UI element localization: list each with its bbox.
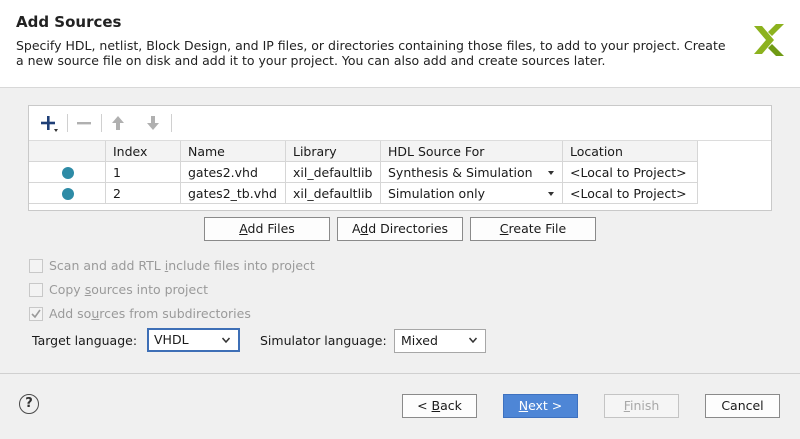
create-file-button[interactable]: Create File	[470, 217, 596, 241]
mnemonic: A	[239, 221, 248, 236]
toolbar-divider	[171, 114, 172, 132]
header-banner: Add Sources Specify HDL, netlist, Block …	[0, 0, 800, 87]
table-cell-location[interactable]: <Local to Project>	[563, 162, 698, 183]
select-value: Mixed	[401, 333, 438, 348]
select-value: VHDL	[154, 332, 189, 347]
arrow-up-icon	[112, 116, 124, 130]
column-header-name[interactable]: Name	[181, 141, 286, 162]
table-cell-name[interactable]: gates2_tb.vhd	[181, 183, 286, 204]
hdl-source-for-dropdown[interactable]: Synthesis & Simulation	[381, 162, 563, 183]
remove-source-button[interactable]	[73, 112, 95, 134]
table-cell-library[interactable]: xil_defaultlib	[286, 162, 381, 183]
next-button[interactable]: Next >	[503, 394, 578, 418]
target-language-select[interactable]: VHDL	[147, 328, 240, 352]
header-separator	[0, 87, 800, 88]
mnemonic: C	[499, 221, 509, 236]
mnemonic: B	[431, 398, 441, 413]
checkbox-box	[29, 307, 43, 321]
simulator-language-label: Simulator language:	[260, 333, 387, 348]
button-label: ack	[440, 398, 462, 413]
move-down-button[interactable]	[142, 112, 164, 134]
toolbar-divider	[101, 114, 102, 132]
table-cell-index[interactable]: 1	[106, 162, 181, 183]
button-label: reate File	[508, 221, 567, 236]
page-title: Add Sources	[16, 13, 122, 31]
chevron-down-icon	[548, 192, 554, 196]
chevron-down-icon	[222, 337, 230, 343]
xilinx-logo-icon	[754, 24, 784, 56]
checkbox-label: Add sources from subdirectories	[49, 306, 251, 321]
sources-toolbar	[29, 106, 771, 141]
back-button[interactable]: < Back	[402, 394, 477, 418]
checkbox-label: Scan and add RTL include files into proj…	[49, 258, 315, 273]
toolbar-divider	[67, 114, 68, 132]
add-directories-button[interactable]: Add Directories	[337, 217, 463, 241]
dropdown-value: Simulation only	[388, 186, 485, 201]
table-row-status[interactable]	[29, 162, 106, 183]
checkmark-icon	[31, 309, 41, 319]
button-label: <	[417, 398, 432, 413]
minus-icon	[77, 122, 91, 125]
column-header-location[interactable]: Location	[563, 141, 698, 162]
chevron-down-icon	[548, 171, 554, 175]
table-cell-location[interactable]: <Local to Project>	[563, 183, 698, 204]
column-header-status[interactable]	[29, 141, 106, 162]
checkbox-box	[29, 283, 43, 297]
add-source-button[interactable]	[37, 112, 59, 134]
target-language-label: Target language:	[32, 333, 138, 348]
status-dot-icon	[62, 188, 74, 200]
sources-panel: Index Name Library HDL Source For Locati…	[28, 105, 772, 211]
table-cell-name[interactable]: gates2.vhd	[181, 162, 286, 183]
move-up-button[interactable]	[107, 112, 129, 134]
add-files-button[interactable]: Add Files	[204, 217, 330, 241]
checkbox-label: Copy sources into project	[49, 282, 208, 297]
plus-icon	[41, 116, 58, 132]
column-header-index[interactable]: Index	[106, 141, 181, 162]
button-label: dd Files	[247, 221, 295, 236]
cancel-button[interactable]: Cancel	[705, 394, 780, 418]
hdl-source-for-dropdown[interactable]: Simulation only	[381, 183, 563, 204]
column-header-library[interactable]: Library	[286, 141, 381, 162]
help-button[interactable]: ?	[19, 394, 39, 414]
footer-separator	[0, 373, 800, 374]
table-cell-library[interactable]: xil_defaultlib	[286, 183, 381, 204]
button-label: d Directories	[368, 221, 449, 236]
column-header-hdl-source-for[interactable]: HDL Source For	[381, 141, 563, 162]
status-dot-icon	[62, 167, 74, 179]
mnemonic: N	[518, 398, 529, 413]
button-label: ext >	[528, 398, 563, 413]
table-row-status[interactable]	[29, 183, 106, 204]
arrow-down-icon	[147, 116, 159, 130]
simulator-language-select[interactable]: Mixed	[394, 329, 486, 353]
finish-button[interactable]: Finish	[604, 394, 679, 418]
table-cell-index[interactable]: 2	[106, 183, 181, 204]
dropdown-value: Synthesis & Simulation	[388, 165, 533, 180]
chevron-down-icon	[469, 337, 477, 343]
button-label: inish	[629, 398, 660, 413]
checkbox-box	[29, 259, 43, 273]
page-description: Specify HDL, netlist, Block Design, and …	[16, 38, 726, 68]
